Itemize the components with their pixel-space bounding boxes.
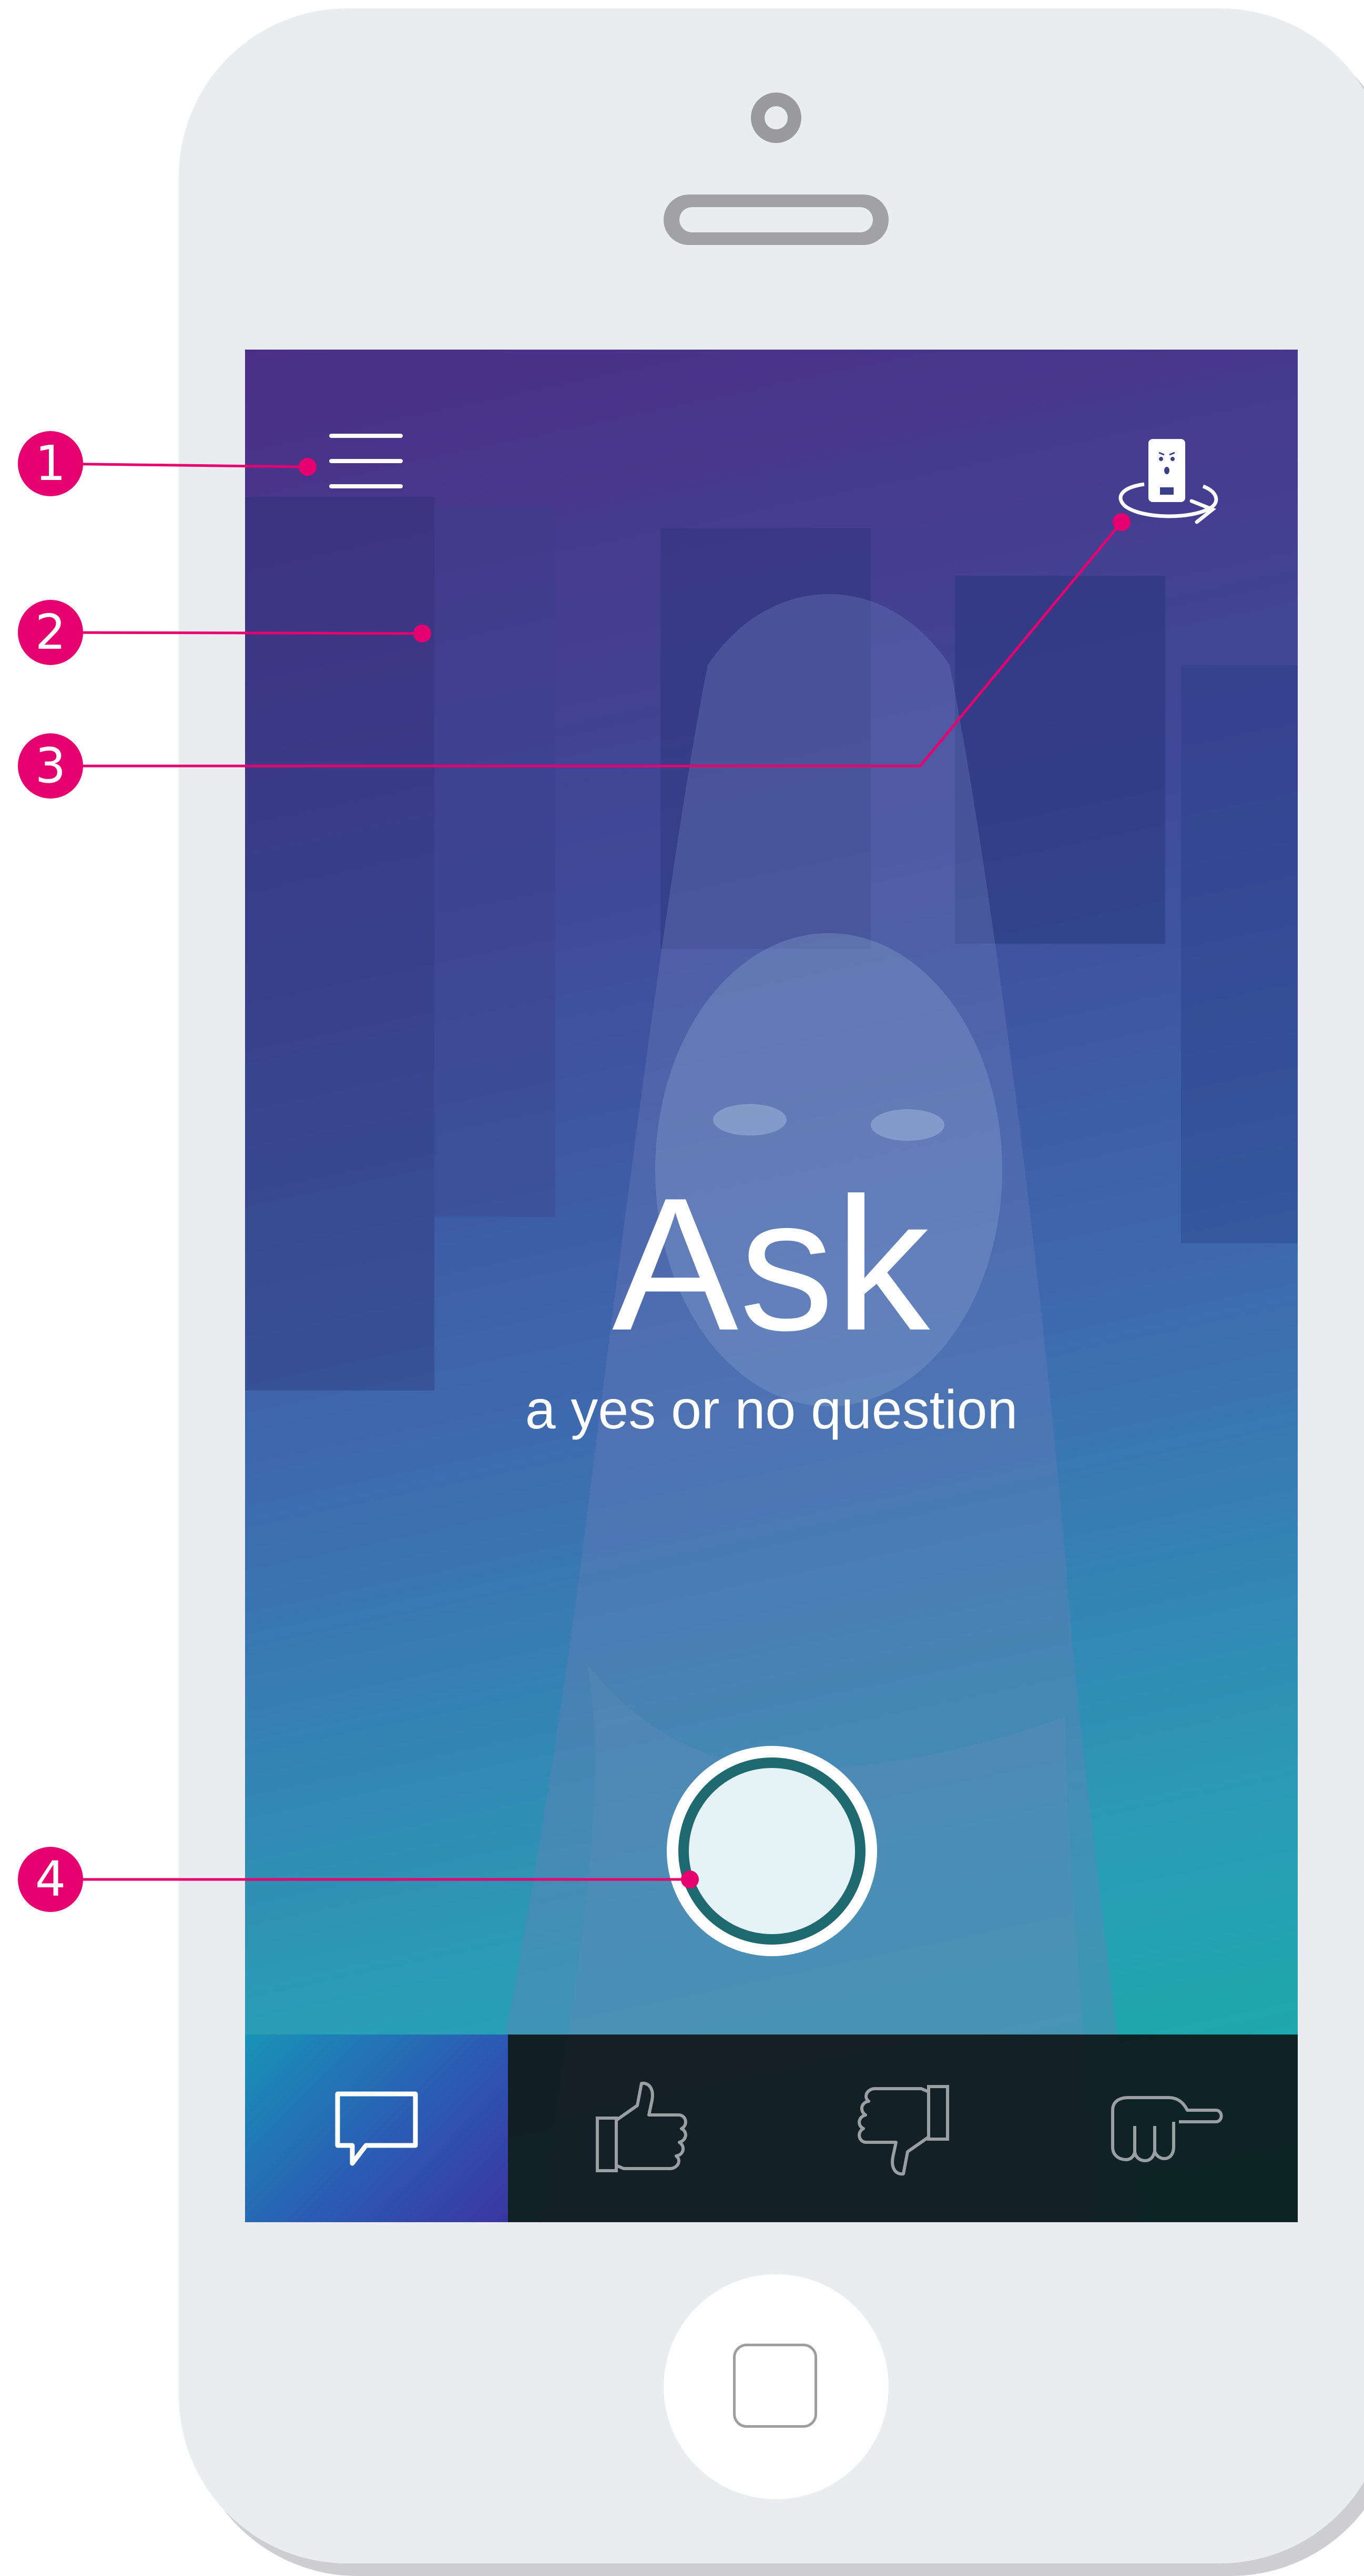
home-square-icon (733, 2344, 817, 2428)
thumbs-up-icon (596, 2081, 687, 2172)
app-screen: Ask a yes or no question (245, 350, 1298, 2222)
record-button-inner (689, 1768, 855, 1934)
tab-point[interactable] (1034, 2035, 1298, 2222)
annotation-label-4: 4 (18, 1847, 83, 1912)
earpiece-speaker (664, 195, 889, 245)
menu-line (329, 434, 403, 438)
tab-yes[interactable] (508, 2035, 771, 2222)
annotation-label-1: 1 (18, 431, 83, 496)
speech-bubble-icon (335, 2091, 418, 2165)
menu-button[interactable] (329, 434, 403, 492)
tab-ask[interactable] (245, 2035, 508, 2222)
bottom-tab-bar (245, 2035, 1298, 2222)
menu-line (329, 484, 403, 488)
home-button[interactable] (664, 2274, 889, 2499)
thumbs-down-icon (858, 2084, 949, 2175)
flip-camera-button[interactable] (1113, 434, 1223, 534)
annotation-label-3: 3 (18, 733, 83, 799)
record-button[interactable] (667, 1746, 877, 1956)
page-title: Ask (612, 1159, 931, 1370)
menu-line (329, 459, 403, 463)
flip-camera-icon (1118, 439, 1218, 524)
page-subtitle: a yes or no question (525, 1379, 1018, 1440)
pointing-hand-icon (1111, 2095, 1223, 2162)
tab-no[interactable] (771, 2035, 1034, 2222)
annotation-label-2: 2 (18, 600, 83, 665)
front-camera (751, 93, 801, 143)
